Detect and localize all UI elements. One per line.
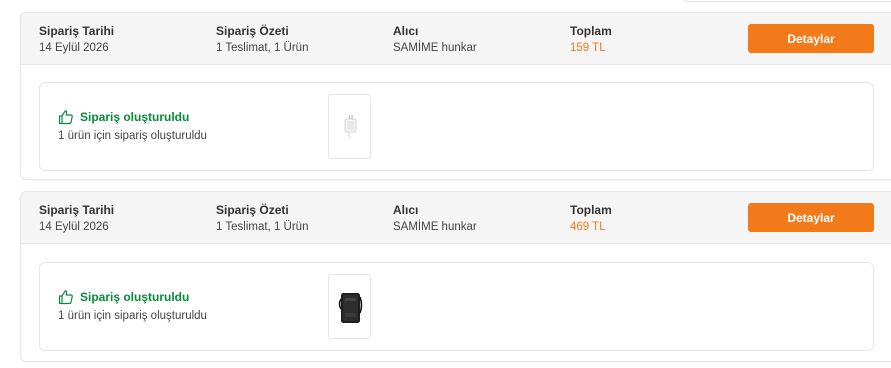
shipment-status: Sipariş oluşturuldu: [58, 289, 189, 305]
order-total-value: 159 TL: [570, 42, 606, 54]
order-date-label: Sipariş Tarihi: [39, 203, 115, 217]
order-date-value: 14 Eylül 2026: [39, 42, 109, 54]
product-thumbnail[interactable]: [328, 274, 371, 339]
details-button[interactable]: Detaylar: [748, 203, 874, 232]
order-summary-label: Sipariş Özeti: [216, 203, 289, 217]
order-total: Toplam 469 TL: [570, 203, 612, 234]
status-title: Sipariş oluşturuldu: [80, 290, 190, 304]
order-recipient-value: SAMİME hunkar: [393, 221, 477, 233]
order-recipient-label: Alıcı: [393, 24, 419, 38]
order-card: Sipariş Tarihi 14 Eylül 2026 Sipariş Öze…: [20, 12, 891, 180]
thumbs-up-icon: [58, 109, 74, 125]
order-summary-value: 1 Teslimat, 1 Ürün: [216, 42, 309, 54]
order-total-label: Toplam: [570, 24, 612, 38]
order-total: Toplam 159 TL: [570, 24, 612, 55]
order-date-value: 14 Eylül 2026: [39, 221, 109, 233]
charger-adapter-image: [344, 114, 356, 139]
order-recipient-value: SAMİME hunkar: [393, 42, 477, 54]
order-summary-value: 1 Teslimat, 1 Ürün: [216, 221, 309, 233]
previous-card-edge: [683, 0, 891, 2]
order-date: Sipariş Tarihi 14 Eylül 2026: [39, 24, 114, 55]
shipment-box: Sipariş oluşturuldu 1 ürün için sipariş …: [39, 82, 874, 171]
order-summary-label: Sipariş Özeti: [216, 24, 289, 38]
shipment-box: Sipariş oluşturuldu 1 ürün için sipariş …: [39, 262, 874, 351]
product-thumbnail[interactable]: [328, 94, 371, 159]
order-header: Sipariş Tarihi 14 Eylül 2026 Sipariş Öze…: [21, 192, 891, 244]
order-total-label: Toplam: [570, 203, 612, 217]
order-date-label: Sipariş Tarihi: [39, 24, 115, 38]
power-bank-image: [338, 292, 362, 323]
order-date: Sipariş Tarihi 14 Eylül 2026: [39, 203, 114, 234]
order-header: Sipariş Tarihi 14 Eylül 2026 Sipariş Öze…: [21, 13, 891, 65]
order-recipient: Alıcı SAMİME hunkar: [393, 24, 477, 55]
details-button[interactable]: Detaylar: [748, 24, 874, 53]
thumbs-up-icon: [58, 289, 74, 305]
order-recipient: Alıcı SAMİME hunkar: [393, 203, 477, 234]
order-summary: Sipariş Özeti 1 Teslimat, 1 Ürün: [216, 24, 308, 55]
status-description: 1 ürün için sipariş oluşturuldu: [58, 310, 207, 322]
status-title: Sipariş oluşturuldu: [80, 110, 190, 124]
order-summary: Sipariş Özeti 1 Teslimat, 1 Ürün: [216, 203, 308, 234]
order-recipient-label: Alıcı: [393, 203, 419, 217]
shipment-status: Sipariş oluşturuldu: [58, 109, 189, 125]
status-description: 1 ürün için sipariş oluşturuldu: [58, 130, 207, 142]
order-card: Sipariş Tarihi 14 Eylül 2026 Sipariş Öze…: [20, 191, 891, 362]
order-total-value: 469 TL: [570, 221, 606, 233]
